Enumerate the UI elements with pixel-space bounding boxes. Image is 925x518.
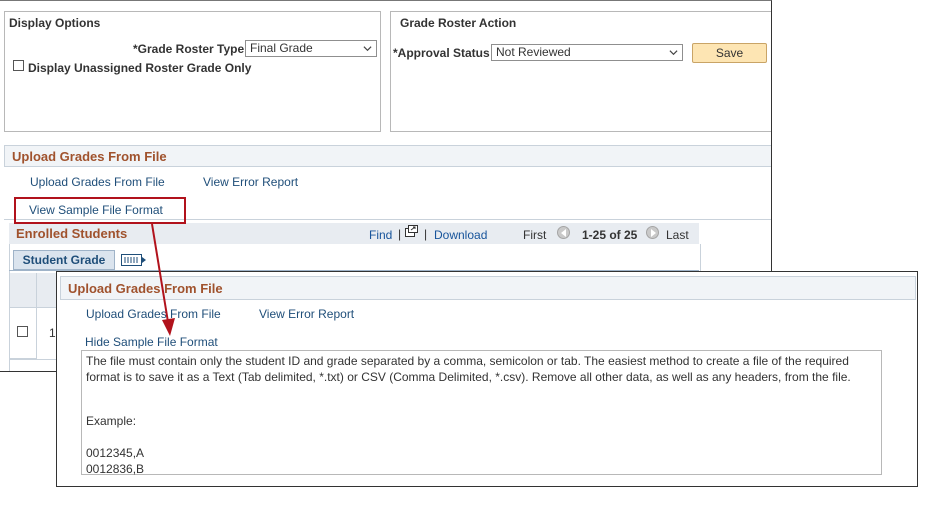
upload-grades-link[interactable]: Upload Grades From File: [30, 175, 165, 189]
approval-status-select[interactable]: Not Reviewed: [491, 44, 683, 61]
next-page-button[interactable]: [646, 226, 659, 239]
view-all-icon[interactable]: [405, 225, 419, 237]
row-number: 1: [49, 326, 56, 340]
save-button[interactable]: Save: [692, 43, 767, 63]
arrow-right-icon: [651, 229, 656, 237]
grade-roster-action-group: Grade Roster Action *Approval Status Not…: [390, 11, 771, 132]
grade-roster-type-label: *Grade Roster Type: [133, 42, 245, 56]
chevron-down-icon: [669, 50, 678, 56]
separator: |: [424, 227, 428, 241]
upload-section-title: Upload Grades From File: [12, 149, 167, 164]
show-all-columns-icon[interactable]: [121, 253, 147, 267]
hide-sample-file-format-link[interactable]: Hide Sample File Format: [85, 335, 218, 349]
arrow-left-icon: [561, 229, 566, 237]
popup-upload-grades-link[interactable]: Upload Grades From File: [86, 307, 221, 321]
display-options-group: Display Options *Grade Roster Type Final…: [4, 11, 381, 132]
sample-format-description: The file must contain only the student I…: [81, 350, 882, 476]
grade-roster-action-title: Grade Roster Action: [400, 16, 517, 30]
download-link[interactable]: Download: [434, 228, 487, 242]
popup-view-error-report-link[interactable]: View Error Report: [259, 307, 354, 321]
enrolled-students-title: Enrolled Students: [16, 226, 128, 241]
example-label: Example:: [86, 414, 137, 428]
approval-status-label: *Approval Status: [393, 46, 490, 60]
unassigned-only-label: Display Unassigned Roster Grade Only: [28, 61, 252, 75]
popup-section-header: Upload Grades From File: [60, 276, 916, 300]
first-label: First: [523, 228, 547, 242]
popup-section-title: Upload Grades From File: [68, 281, 223, 296]
example-line: 0012345,A: [86, 446, 145, 460]
grid-header-cell: [10, 273, 37, 308]
find-link[interactable]: Find: [369, 228, 392, 242]
table-row: [10, 308, 37, 359]
view-error-report-link[interactable]: View Error Report: [203, 175, 298, 189]
page-range: 1-25 of 25: [582, 228, 638, 242]
row-select-checkbox[interactable]: [17, 326, 28, 337]
grade-roster-type-value: Final Grade: [250, 41, 313, 55]
description-text: The file must contain only the student I…: [86, 354, 851, 384]
unassigned-only-checkbox[interactable]: [13, 60, 24, 71]
example-line: 0012836,B: [86, 462, 145, 476]
approval-status-value: Not Reviewed: [496, 45, 571, 59]
upload-section-header: Upload Grades From File: [4, 145, 771, 167]
highlight-box: [14, 197, 186, 224]
display-options-title: Display Options: [9, 16, 101, 30]
last-label: Last: [666, 228, 689, 242]
sample-format-panel: Upload Grades From File Upload Grades Fr…: [56, 271, 918, 487]
previous-page-button[interactable]: [557, 226, 570, 239]
grade-roster-type-select[interactable]: Final Grade: [245, 40, 377, 57]
separator: |: [398, 227, 402, 241]
tab-student-grade[interactable]: Student Grade: [13, 250, 115, 270]
chevron-down-icon: [363, 46, 372, 52]
